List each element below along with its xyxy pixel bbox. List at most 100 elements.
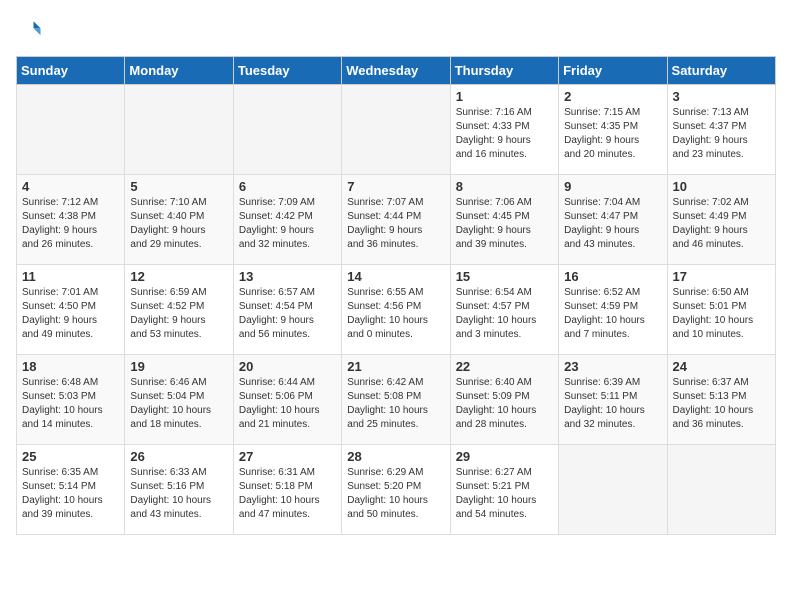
day-info: Sunrise: 7:09 AM Sunset: 4:42 PM Dayligh… xyxy=(239,196,336,252)
calendar-week-3: 11 Sunrise: 7:01 AM Sunset: 4:50 PM Dayli… xyxy=(17,265,776,355)
day-info: Sunrise: 7:06 AM Sunset: 4:45 PM Dayligh… xyxy=(456,196,553,252)
day-number: 4 xyxy=(22,179,119,194)
day-info: Sunrise: 6:52 AM Sunset: 4:59 PM Dayligh… xyxy=(564,286,661,342)
calendar-week-1: 1 Sunrise: 7:16 AM Sunset: 4:33 PM Daylig… xyxy=(17,85,776,175)
calendar-cell: 23 Sunrise: 6:39 AM Sunset: 5:11 PM Dayli… xyxy=(559,355,667,445)
calendar-cell: 6 Sunrise: 7:09 AM Sunset: 4:42 PM Daylig… xyxy=(233,175,341,265)
day-info: Sunrise: 6:48 AM Sunset: 5:03 PM Dayligh… xyxy=(22,376,119,432)
calendar-cell: 8Sunrise: 7:06 AM Sunset: 4:45 PM Daylig… xyxy=(450,175,558,265)
day-info: Sunrise: 6:29 AM Sunset: 5:20 PM Dayligh… xyxy=(347,466,444,522)
day-number: 21 xyxy=(347,359,444,374)
calendar-cell xyxy=(342,85,450,175)
day-info: Sunrise: 7:01 AM Sunset: 4:50 PM Dayligh… xyxy=(22,286,119,342)
day-number: 1 xyxy=(456,89,553,104)
calendar-week-2: 4 Sunrise: 7:12 AM Sunset: 4:38 PM Daylig… xyxy=(17,175,776,265)
calendar-cell: 4 Sunrise: 7:12 AM Sunset: 4:38 PM Daylig… xyxy=(17,175,125,265)
day-info: Sunrise: 7:16 AM Sunset: 4:33 PM Dayligh… xyxy=(456,106,553,162)
calendar-cell: 10 Sunrise: 7:02 AM Sunset: 4:49 PM Dayli… xyxy=(667,175,775,265)
page-header xyxy=(16,16,776,44)
day-number: 28 xyxy=(347,449,444,464)
day-number: 27 xyxy=(239,449,336,464)
calendar-cell: 28 Sunrise: 6:29 AM Sunset: 5:20 PM Dayli… xyxy=(342,445,450,535)
calendar-cell: 21 Sunrise: 6:42 AM Sunset: 5:08 PM Dayli… xyxy=(342,355,450,445)
day-number: 20 xyxy=(239,359,336,374)
day-number: 6 xyxy=(239,179,336,194)
day-number: 2 xyxy=(564,89,661,104)
calendar-cell: 7 Sunrise: 7:07 AM Sunset: 4:44 PM Daylig… xyxy=(342,175,450,265)
day-info: Sunrise: 6:40 AM Sunset: 5:09 PM Dayligh… xyxy=(456,376,553,432)
calendar-cell xyxy=(667,445,775,535)
day-number: 7 xyxy=(347,179,444,194)
header-day-wednesday: Wednesday xyxy=(342,57,450,85)
calendar-cell: 14 Sunrise: 6:55 AM Sunset: 4:56 PM Dayli… xyxy=(342,265,450,355)
day-number: 14 xyxy=(347,269,444,284)
header-day-thursday: Thursday xyxy=(450,57,558,85)
day-info: Sunrise: 6:42 AM Sunset: 5:08 PM Dayligh… xyxy=(347,376,444,432)
day-info: Sunrise: 7:04 AM Sunset: 4:47 PM Dayligh… xyxy=(564,196,661,252)
day-number: 10 xyxy=(673,179,770,194)
day-info: Sunrise: 7:07 AM Sunset: 4:44 PM Dayligh… xyxy=(347,196,444,252)
calendar-table: SundayMondayTuesdayWednesdayThursdayFrid… xyxy=(16,56,776,535)
calendar-cell: 3 Sunrise: 7:13 AM Sunset: 4:37 PM Daylig… xyxy=(667,85,775,175)
header-day-friday: Friday xyxy=(559,57,667,85)
header-day-tuesday: Tuesday xyxy=(233,57,341,85)
day-info: Sunrise: 6:37 AM Sunset: 5:13 PM Dayligh… xyxy=(673,376,770,432)
day-number: 13 xyxy=(239,269,336,284)
calendar-cell: 12 Sunrise: 6:59 AM Sunset: 4:52 PM Dayli… xyxy=(125,265,233,355)
header-day-sunday: Sunday xyxy=(17,57,125,85)
day-info: Sunrise: 6:55 AM Sunset: 4:56 PM Dayligh… xyxy=(347,286,444,342)
calendar-cell xyxy=(125,85,233,175)
day-info: Sunrise: 6:57 AM Sunset: 4:54 PM Dayligh… xyxy=(239,286,336,342)
header-day-saturday: Saturday xyxy=(667,57,775,85)
calendar-cell: 15 Sunrise: 6:54 AM Sunset: 4:57 PM Dayli… xyxy=(450,265,558,355)
day-info: Sunrise: 7:12 AM Sunset: 4:38 PM Dayligh… xyxy=(22,196,119,252)
calendar-cell: 16 Sunrise: 6:52 AM Sunset: 4:59 PM Dayli… xyxy=(559,265,667,355)
calendar-week-4: 18Sunrise: 6:48 AM Sunset: 5:03 PM Dayli… xyxy=(17,355,776,445)
calendar-cell: 2 Sunrise: 7:15 AM Sunset: 4:35 PM Daylig… xyxy=(559,85,667,175)
day-number: 12 xyxy=(130,269,227,284)
calendar-cell: 26 Sunrise: 6:33 AM Sunset: 5:16 PM Dayli… xyxy=(125,445,233,535)
day-info: Sunrise: 6:54 AM Sunset: 4:57 PM Dayligh… xyxy=(456,286,553,342)
day-number: 26 xyxy=(130,449,227,464)
logo-icon xyxy=(16,16,44,44)
calendar-cell: 27 Sunrise: 6:31 AM Sunset: 5:18 PM Dayli… xyxy=(233,445,341,535)
calendar-cell: 1 Sunrise: 7:16 AM Sunset: 4:33 PM Daylig… xyxy=(450,85,558,175)
logo xyxy=(16,16,48,44)
day-number: 11 xyxy=(22,269,119,284)
day-number: 19 xyxy=(130,359,227,374)
day-info: Sunrise: 7:10 AM Sunset: 4:40 PM Dayligh… xyxy=(130,196,227,252)
day-info: Sunrise: 7:02 AM Sunset: 4:49 PM Dayligh… xyxy=(673,196,770,252)
day-info: Sunrise: 6:44 AM Sunset: 5:06 PM Dayligh… xyxy=(239,376,336,432)
calendar-cell: 19Sunrise: 6:46 AM Sunset: 5:04 PM Dayli… xyxy=(125,355,233,445)
day-info: Sunrise: 6:35 AM Sunset: 5:14 PM Dayligh… xyxy=(22,466,119,522)
calendar-cell xyxy=(559,445,667,535)
day-info: Sunrise: 7:15 AM Sunset: 4:35 PM Dayligh… xyxy=(564,106,661,162)
calendar-cell: 11 Sunrise: 7:01 AM Sunset: 4:50 PM Dayli… xyxy=(17,265,125,355)
day-number: 17 xyxy=(673,269,770,284)
day-number: 15 xyxy=(456,269,553,284)
calendar-cell: 25 Sunrise: 6:35 AM Sunset: 5:14 PM Dayli… xyxy=(17,445,125,535)
day-number: 16 xyxy=(564,269,661,284)
calendar-cell: 17 Sunrise: 6:50 AM Sunset: 5:01 PM Dayli… xyxy=(667,265,775,355)
day-number: 22 xyxy=(456,359,553,374)
day-info: Sunrise: 6:27 AM Sunset: 5:21 PM Dayligh… xyxy=(456,466,553,522)
calendar-cell: 18Sunrise: 6:48 AM Sunset: 5:03 PM Dayli… xyxy=(17,355,125,445)
calendar-cell xyxy=(233,85,341,175)
calendar-cell: 22 Sunrise: 6:40 AM Sunset: 5:09 PM Dayli… xyxy=(450,355,558,445)
calendar-cell: 20 Sunrise: 6:44 AM Sunset: 5:06 PM Dayli… xyxy=(233,355,341,445)
header-day-monday: Monday xyxy=(125,57,233,85)
day-number: 3 xyxy=(673,89,770,104)
day-info: Sunrise: 7:13 AM Sunset: 4:37 PM Dayligh… xyxy=(673,106,770,162)
day-info: Sunrise: 6:59 AM Sunset: 4:52 PM Dayligh… xyxy=(130,286,227,342)
calendar-cell: 9Sunrise: 7:04 AM Sunset: 4:47 PM Daylig… xyxy=(559,175,667,265)
calendar-cell: 29 Sunrise: 6:27 AM Sunset: 5:21 PM Dayli… xyxy=(450,445,558,535)
day-number: 23 xyxy=(564,359,661,374)
day-info: Sunrise: 6:50 AM Sunset: 5:01 PM Dayligh… xyxy=(673,286,770,342)
day-info: Sunrise: 6:39 AM Sunset: 5:11 PM Dayligh… xyxy=(564,376,661,432)
calendar-header-row: SundayMondayTuesdayWednesdayThursdayFrid… xyxy=(17,57,776,85)
day-number: 25 xyxy=(22,449,119,464)
day-info: Sunrise: 6:33 AM Sunset: 5:16 PM Dayligh… xyxy=(130,466,227,522)
day-number: 24 xyxy=(673,359,770,374)
day-info: Sunrise: 6:31 AM Sunset: 5:18 PM Dayligh… xyxy=(239,466,336,522)
day-number: 29 xyxy=(456,449,553,464)
